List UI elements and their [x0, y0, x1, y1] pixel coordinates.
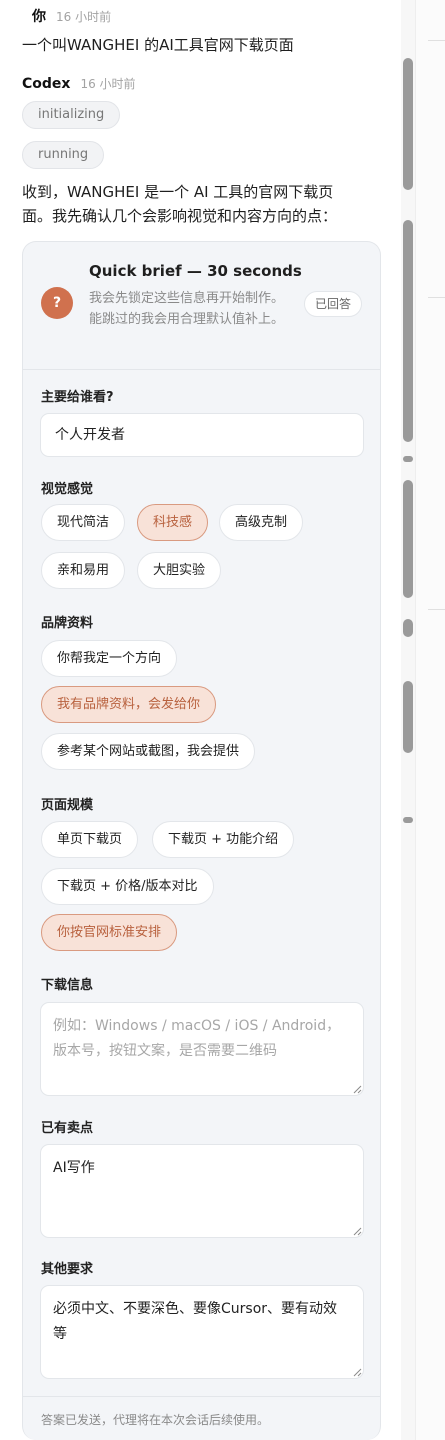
- pane-divider: [428, 297, 445, 298]
- adjacent-pane-edge: [415, 0, 445, 1440]
- scrollbar-thumb[interactable]: [403, 58, 413, 190]
- selling-points-textarea[interactable]: AI写作: [40, 1144, 364, 1238]
- quick-brief-header: ? Quick brief — 30 seconds 我会先锁定这些信息再开始制…: [23, 242, 380, 370]
- user-message-header: 你 16 小时前: [32, 6, 111, 26]
- visual-option-friendly[interactable]: 亲和易用: [41, 552, 126, 589]
- question-icon: ?: [41, 287, 73, 319]
- scrollbar-thumb[interactable]: [403, 456, 413, 462]
- scale-option-single[interactable]: 单页下载页: [41, 821, 139, 858]
- visual-option-tech[interactable]: 科技感: [137, 504, 209, 541]
- resize-grip-icon[interactable]: [353, 1085, 362, 1094]
- selling-points-label: 已有卖点: [41, 1121, 94, 1136]
- agent-name: Codex: [22, 76, 71, 92]
- brand-option-reference[interactable]: 参考某个网站或截图，我会提供: [41, 733, 256, 770]
- quick-brief-footer: 答案已发送，代理将在本次会话后续使用。: [23, 1396, 380, 1440]
- quick-brief-title: Quick brief — 30 seconds: [89, 262, 302, 280]
- visual-option-premium[interactable]: 高级克制: [219, 504, 304, 541]
- scrollbar-thumb[interactable]: [403, 220, 413, 442]
- brand-label: 品牌资料: [41, 616, 94, 631]
- audience-input[interactable]: 个人开发者: [40, 413, 364, 457]
- agent-message: 收到，WANGHEI 是一个 AI 工具的官网下载页面。我先确认几个会影响视觉和…: [22, 183, 338, 225]
- agent-message-time: 16 小时前: [80, 77, 136, 91]
- scrollbar-thumb[interactable]: [403, 480, 413, 598]
- scale-option-pricing[interactable]: 下载页 + 价格/版本对比: [41, 868, 214, 905]
- quick-brief-subtitle: 我会先锁定这些信息再开始制作。能跳过的我会用合理默认值补上。: [89, 291, 285, 327]
- download-info-label: 下载信息: [41, 978, 94, 993]
- user-message: 一个叫WANGHEI 的AI工具官网下载页面: [22, 36, 294, 54]
- brand-option-decide[interactable]: 你帮我定一个方向: [41, 640, 178, 677]
- scrollbar-thumb[interactable]: [403, 817, 413, 823]
- answered-badge: 已回答: [303, 291, 362, 317]
- chat-window: 你 16 小时前 一个叫WANGHEI 的AI工具官网下载页面 Codex 16 小…: [0, 0, 445, 1440]
- download-info-textarea[interactable]: 例如：Windows / macOS / iOS / Android，版本号，按…: [40, 1002, 364, 1096]
- user-message-time: 16 小时前: [56, 10, 112, 24]
- status-pill-initializing[interactable]: initializing: [22, 101, 121, 129]
- quick-brief-card: ? Quick brief — 30 seconds 我会先锁定这些信息再开始制…: [22, 241, 381, 1440]
- scrollbar-thumb[interactable]: [403, 681, 413, 753]
- scale-option-features[interactable]: 下载页 + 功能介绍: [152, 821, 295, 858]
- visual-option-modern[interactable]: 现代简洁: [41, 504, 126, 541]
- scrollbar-thumb[interactable]: [403, 619, 413, 637]
- status-pill-running[interactable]: running: [22, 141, 105, 169]
- agent-message-header: Codex 16 小时前: [22, 75, 136, 92]
- visual-option-bold[interactable]: 大胆实验: [137, 552, 222, 589]
- pane-divider: [428, 609, 445, 610]
- conversation: 你 16 小时前 一个叫WANGHEI 的AI工具官网下载页面 Codex 16 小…: [0, 0, 400, 1440]
- other-requirements-label: 其他要求: [41, 1262, 94, 1277]
- brand-option-have-assets[interactable]: 我有品牌资料，会发给你: [41, 686, 217, 723]
- user-name: 你: [32, 9, 46, 25]
- resize-grip-icon[interactable]: [353, 1368, 362, 1377]
- audience-label: 主要给谁看?: [41, 390, 114, 405]
- visual-label: 视觉感觉: [41, 482, 94, 497]
- scale-label: 页面规模: [41, 798, 94, 813]
- pane-divider: [428, 40, 445, 41]
- resize-grip-icon[interactable]: [353, 1227, 362, 1236]
- scale-option-standard[interactable]: 你按官网标准安排: [41, 914, 178, 951]
- other-requirements-textarea[interactable]: 必须中文、不要深色、要像Cursor、要有动效等: [40, 1285, 364, 1379]
